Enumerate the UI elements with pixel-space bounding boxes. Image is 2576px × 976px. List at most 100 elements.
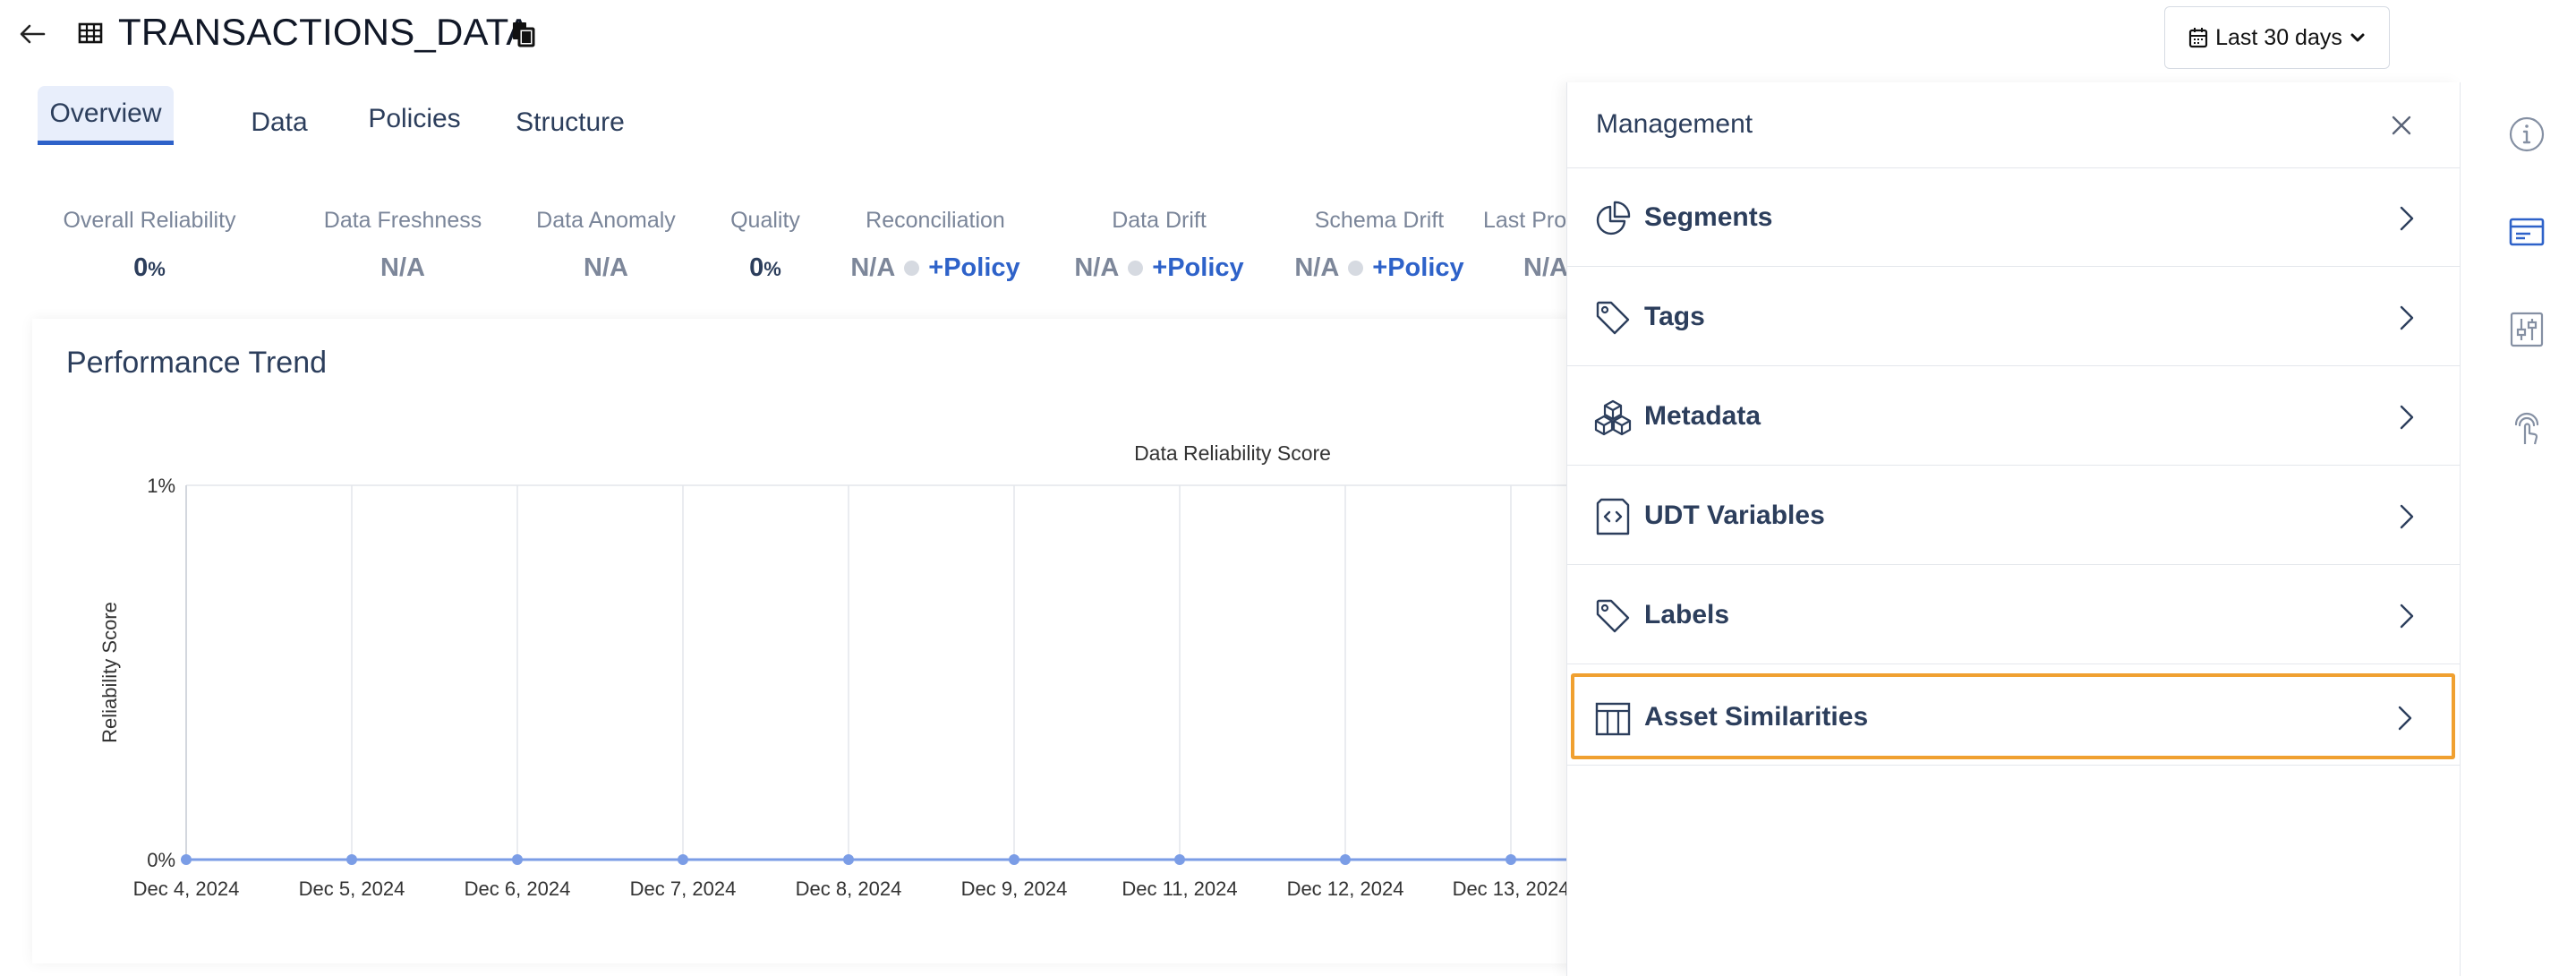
tab-label: Overview	[49, 98, 162, 128]
cubes-icon	[1594, 399, 1632, 436]
metric-value: N/A	[380, 253, 425, 282]
metric-value: 0%	[133, 253, 166, 282]
mgmt-item-label: UDT Variables	[1644, 501, 1825, 530]
reliability-line-chart: Data Reliability Score 0% 1% Reliability Sc…	[98, 441, 1582, 900]
chevron-right-icon	[2400, 305, 2414, 330]
metric-reconciliation: Reconciliation N/A +Policy	[815, 208, 1056, 283]
chevron-right-icon	[2400, 604, 2414, 629]
metric-value: N/A +Policy	[850, 253, 1020, 283]
copy-icon[interactable]	[510, 20, 537, 48]
close-icon[interactable]	[2385, 109, 2418, 141]
mgmt-item-label: Segments	[1644, 202, 1773, 232]
management-panel: Management Segments Tags Metadata UDT Va…	[1566, 82, 2461, 976]
data-point	[512, 854, 523, 865]
metric-data-anomaly: Data Anomaly N/A	[501, 208, 711, 283]
y-tick-label: 0%	[147, 849, 175, 871]
pie-chart-icon	[1596, 201, 1631, 235]
panel-header: Management	[1567, 82, 2461, 168]
metric-label: Data Freshness	[323, 208, 482, 233]
date-range-dropdown[interactable]: Last 30 days	[2164, 6, 2390, 69]
tab-label: Policies	[368, 104, 461, 133]
metric-value: N/A +Policy	[1074, 253, 1244, 283]
sliders-icon[interactable]	[2507, 310, 2546, 349]
x-tick-label: Dec 4, 2024	[133, 878, 240, 900]
metric-data-drift: Data Drift N/A +Policy	[1038, 208, 1280, 283]
mgmt-item-asset-similarities[interactable]: Asset Similarities	[1571, 673, 2455, 759]
metric-value: N/A	[584, 253, 628, 282]
arrow-left-icon	[20, 24, 46, 44]
x-tick-label: Dec 12, 2024	[1287, 878, 1404, 900]
tab-structure[interactable]: Structure	[494, 93, 646, 152]
mgmt-item-udt-variables[interactable]: UDT Variables	[1567, 467, 2461, 565]
data-point	[346, 854, 357, 865]
status-dot	[1348, 261, 1364, 276]
mgmt-item-metadata[interactable]: Metadata	[1567, 367, 2461, 466]
x-tick-label: Dec 8, 2024	[796, 878, 902, 900]
tab-label: Data	[251, 107, 308, 137]
top-bar: TRANSACTIONS_DATA Last 30 days	[0, 0, 2576, 72]
metric-label: Data Drift	[1112, 208, 1207, 233]
add-policy-link[interactable]: +Policy	[928, 253, 1019, 283]
performance-trend-card: Performance Trend Data Reliability Score…	[32, 319, 1611, 963]
mgmt-item-label: Asset Similarities	[1644, 702, 1869, 732]
panel-title: Management	[1596, 109, 1753, 139]
metric-label: Schema Drift	[1314, 208, 1445, 233]
mgmt-item-label: Labels	[1644, 600, 1730, 629]
columns-icon	[1595, 702, 1631, 736]
x-tick-label: Dec 13, 2024	[1453, 878, 1570, 900]
status-dot	[904, 261, 920, 276]
metric-data-freshness: Data Freshness N/A	[286, 208, 519, 283]
add-policy-link[interactable]: +Policy	[1152, 253, 1243, 283]
calendar-icon	[2189, 28, 2208, 48]
status-dot	[1128, 261, 1144, 276]
mgmt-item-tags[interactable]: Tags	[1567, 268, 2461, 366]
tag-icon	[1596, 301, 1630, 335]
metric-overall-reliability: Overall Reliability 0%	[36, 208, 263, 283]
data-point	[678, 854, 688, 865]
metric-value: N/A +Policy	[1294, 253, 1464, 283]
x-tick-label: Dec 11, 2024	[1122, 878, 1237, 900]
metric-label: Overall Reliability	[63, 208, 236, 233]
date-range-label: Last 30 days	[2215, 24, 2342, 50]
data-point	[1009, 854, 1019, 865]
x-tick-label: Dec 5, 2024	[299, 878, 405, 900]
chevron-right-icon	[2400, 206, 2414, 231]
back-button[interactable]	[16, 18, 48, 50]
mgmt-item-label: Metadata	[1644, 401, 1761, 431]
data-point	[181, 854, 192, 865]
data-point	[1174, 854, 1185, 865]
touch-icon[interactable]	[2507, 407, 2546, 446]
chevron-right-icon	[2398, 706, 2412, 731]
metric-label: Data Anomaly	[536, 208, 676, 233]
right-rail	[2460, 82, 2576, 976]
code-icon	[1596, 498, 1630, 535]
y-tick-label: 1%	[147, 475, 175, 497]
x-tick-label: Dec 9, 2024	[961, 878, 1068, 900]
table-icon	[78, 22, 103, 44]
add-policy-link[interactable]: +Policy	[1372, 253, 1463, 283]
y-axis-label: Reliability Score	[98, 602, 121, 743]
mgmt-item-segments[interactable]: Segments	[1567, 168, 2461, 267]
metric-label: Reconciliation	[866, 208, 1005, 233]
label-icon	[1596, 599, 1630, 633]
tab-policies[interactable]: Policies	[342, 90, 487, 149]
card-icon[interactable]	[2507, 212, 2546, 252]
tab-overview[interactable]: Overview	[38, 86, 174, 145]
data-point	[843, 854, 854, 865]
tab-label: Structure	[516, 107, 625, 137]
mgmt-item-label: Tags	[1644, 302, 1705, 331]
data-point	[1506, 854, 1516, 865]
info-icon[interactable]	[2507, 115, 2546, 154]
chevron-right-icon	[2400, 405, 2414, 430]
mgmt-item-labels[interactable]: Labels	[1567, 566, 2461, 664]
x-tick-label: Dec 7, 2024	[630, 878, 737, 900]
page-title: TRANSACTIONS_DATA	[118, 11, 532, 53]
data-point	[1340, 854, 1351, 865]
x-tick-label: Dec 6, 2024	[465, 878, 571, 900]
tab-data[interactable]: Data	[217, 93, 342, 152]
chevron-right-icon	[2400, 504, 2414, 529]
divider	[1567, 765, 2461, 766]
chevron-down-icon	[2350, 33, 2365, 42]
metric-schema-drift: Schema Drift N/A +Policy	[1258, 208, 1500, 283]
chart-title: Data Reliability Score	[1134, 441, 1331, 465]
